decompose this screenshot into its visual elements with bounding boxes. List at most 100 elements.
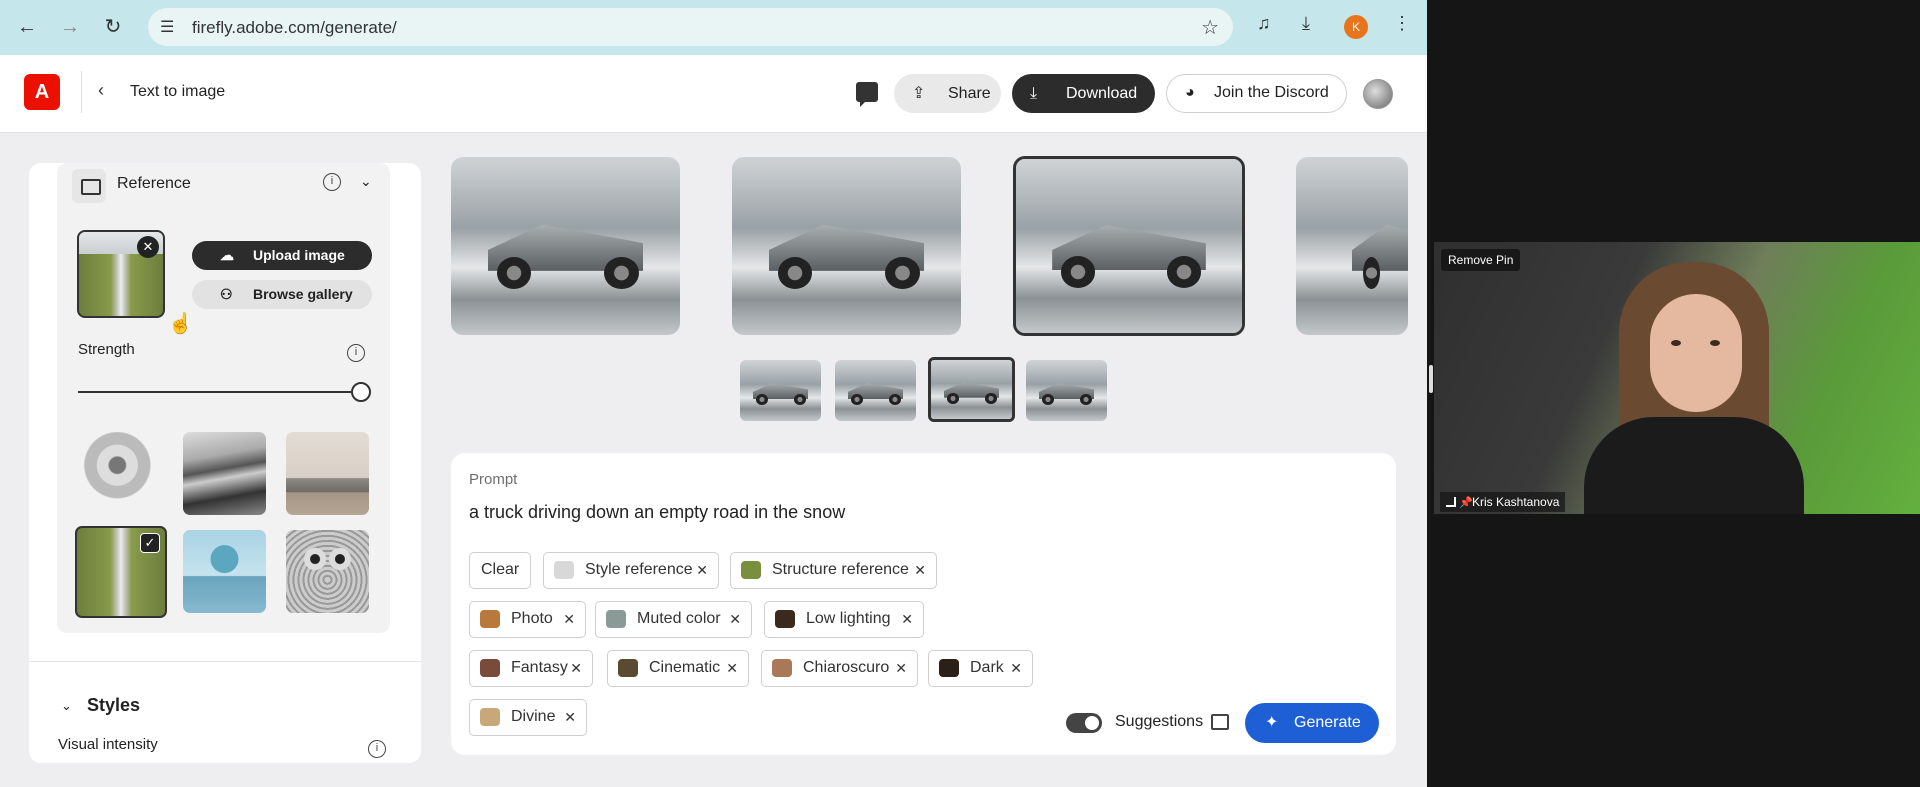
cinematic-tag[interactable]: Cinematic ✕ xyxy=(607,650,749,687)
download-label: Download xyxy=(1066,85,1138,102)
address-bar[interactable]: ☰ firefly.adobe.com/generate/ ☆ xyxy=(148,8,1233,46)
tag-label: Photo xyxy=(511,610,553,627)
style-reference-swatch xyxy=(554,561,574,579)
result-thumbnail[interactable] xyxy=(835,360,916,421)
remove-tag-icon[interactable]: ✕ xyxy=(564,700,576,734)
generate-button[interactable]: ✦ Generate xyxy=(1245,703,1379,743)
gallery-thumbnail-selected[interactable]: ✓ xyxy=(75,526,167,618)
remove-tag-icon[interactable]: ✕ xyxy=(563,602,575,636)
visual-intensity-label: Visual intensity xyxy=(58,736,158,753)
remove-tag-icon[interactable]: ✕ xyxy=(726,651,738,685)
low-lighting-tag[interactable]: Low lighting ✕ xyxy=(764,601,924,638)
reference-image-icon xyxy=(72,169,106,203)
tag-label: Cinematic xyxy=(649,659,721,676)
divine-swatch xyxy=(480,708,500,726)
prompt-input[interactable]: a truck driving down an empty road in th… xyxy=(469,502,845,523)
remove-tag-icon[interactable]: ✕ xyxy=(914,553,926,587)
browse-gallery-button[interactable]: ⚇ Browse gallery xyxy=(192,280,372,309)
style-reference-tag[interactable]: Style reference ✕ xyxy=(543,552,719,589)
reference-info-icon[interactable]: i xyxy=(323,173,341,191)
checkmark-icon: ✓ xyxy=(140,533,160,553)
media-controls-icon[interactable]: ♫ xyxy=(1257,13,1271,34)
strength-info-icon[interactable]: i xyxy=(347,344,365,362)
participant-name-badge: 📌 Kris Kashtanova xyxy=(1440,492,1566,512)
browser-menu-icon[interactable]: ⋮ xyxy=(1393,13,1411,34)
remove-tag-icon[interactable]: ✕ xyxy=(1010,651,1022,685)
photo-tag[interactable]: Photo ✕ xyxy=(469,601,586,638)
adobe-logo[interactable]: A xyxy=(24,74,60,110)
suggestions-toggle[interactable] xyxy=(1066,713,1102,733)
pin-icon: 📌 xyxy=(1459,497,1473,509)
downloads-icon[interactable]: ⤓ xyxy=(1302,13,1310,34)
user-avatar[interactable] xyxy=(1363,79,1393,109)
page-title[interactable]: Text to image xyxy=(130,83,225,101)
remove-tag-icon[interactable]: ✕ xyxy=(901,602,913,636)
dark-tag[interactable]: Dark ✕ xyxy=(928,650,1033,687)
remove-tag-icon[interactable]: ✕ xyxy=(729,602,741,636)
download-button[interactable]: ⤓ Download xyxy=(1012,74,1155,113)
reference-image-thumbnail[interactable]: ✕ xyxy=(77,230,165,318)
gallery-thumbnail[interactable] xyxy=(286,432,369,515)
chevron-down-icon[interactable]: ⌄ xyxy=(61,698,72,714)
remove-tag-icon[interactable]: ✕ xyxy=(895,651,907,685)
result-thumbnail[interactable] xyxy=(1026,360,1107,421)
generate-label: Generate xyxy=(1294,714,1361,731)
tag-label: Style reference xyxy=(585,561,693,578)
reload-icon[interactable]: ↻ xyxy=(99,13,127,41)
structure-reference-tag[interactable]: Structure reference ✕ xyxy=(730,552,937,589)
muted-color-tag[interactable]: Muted color ✕ xyxy=(595,601,752,638)
tag-label: Muted color xyxy=(637,610,721,627)
result-thumbnail[interactable] xyxy=(740,360,821,421)
site-settings-icon[interactable]: ☰ xyxy=(160,17,174,37)
tag-label: Fantasy xyxy=(511,659,568,676)
resize-handle[interactable] xyxy=(1429,365,1433,393)
join-discord-button[interactable]: ◕ Join the Discord xyxy=(1166,74,1347,113)
generated-image[interactable] xyxy=(732,157,961,335)
upload-image-button[interactable]: ☁ Upload image xyxy=(192,241,372,270)
discord-icon: ◕ xyxy=(1185,84,1195,101)
chevron-down-icon[interactable]: ⌄ xyxy=(360,173,372,190)
sparkle-icon: ✦ xyxy=(1265,714,1279,731)
generated-image[interactable] xyxy=(451,157,680,335)
binoculars-icon: ⚇ xyxy=(220,286,233,302)
chiaroscuro-tag[interactable]: Chiaroscuro ✕ xyxy=(761,650,918,687)
share-button[interactable]: ⇪ Share xyxy=(894,74,1001,113)
suggestions-settings-icon[interactable] xyxy=(1211,714,1229,730)
prompt-label: Prompt xyxy=(469,471,518,488)
feedback-chat-icon[interactable] xyxy=(856,82,878,107)
back-arrow-icon[interactable]: ← xyxy=(13,13,41,41)
share-icon: ⇪ xyxy=(912,85,926,102)
chiaroscuro-swatch xyxy=(772,659,792,677)
remove-tag-icon[interactable]: ✕ xyxy=(570,651,582,685)
gallery-thumbnail[interactable] xyxy=(80,432,163,515)
browser-window: ← → ↻ ☰ firefly.adobe.com/generate/ ☆ ♫ … xyxy=(0,0,1427,787)
cloud-upload-icon: ☁ xyxy=(220,247,234,263)
tag-label: Divine xyxy=(511,708,556,725)
visual-intensity-info-icon[interactable]: i xyxy=(368,740,386,758)
forward-arrow-icon[interactable]: → xyxy=(56,13,84,41)
browser-toolbar: ← → ↻ ☰ firefly.adobe.com/generate/ ☆ ♫ … xyxy=(0,0,1427,55)
upload-label: Upload image xyxy=(253,247,345,263)
gallery-thumbnail[interactable] xyxy=(183,432,266,515)
styles-heading[interactable]: Styles xyxy=(87,695,140,716)
result-thumbnail-selected[interactable] xyxy=(928,357,1015,422)
divine-tag[interactable]: Divine ✕ xyxy=(469,699,587,736)
gallery-thumbnail[interactable] xyxy=(286,530,369,613)
bookmark-star-icon[interactable]: ☆ xyxy=(1201,15,1219,40)
remove-tag-icon[interactable]: ✕ xyxy=(696,553,708,587)
gallery-thumbnail[interactable] xyxy=(183,530,266,613)
profile-avatar[interactable]: K xyxy=(1344,15,1368,39)
dark-swatch xyxy=(939,659,959,677)
share-label: Share xyxy=(948,85,991,102)
structure-reference-swatch xyxy=(741,561,761,579)
clear-button[interactable]: Clear xyxy=(469,552,531,589)
generated-image[interactable] xyxy=(1296,157,1408,335)
back-chevron-icon[interactable]: ‹ xyxy=(98,80,104,101)
strength-slider-handle[interactable] xyxy=(351,382,371,402)
generated-image-selected[interactable] xyxy=(1013,156,1245,336)
browse-label: Browse gallery xyxy=(253,286,353,302)
strength-slider-track[interactable] xyxy=(78,391,354,393)
fantasy-tag[interactable]: Fantasy ✕ xyxy=(469,650,593,687)
remove-reference-icon[interactable]: ✕ xyxy=(137,236,159,258)
remove-pin-button[interactable]: Remove Pin xyxy=(1441,249,1521,271)
